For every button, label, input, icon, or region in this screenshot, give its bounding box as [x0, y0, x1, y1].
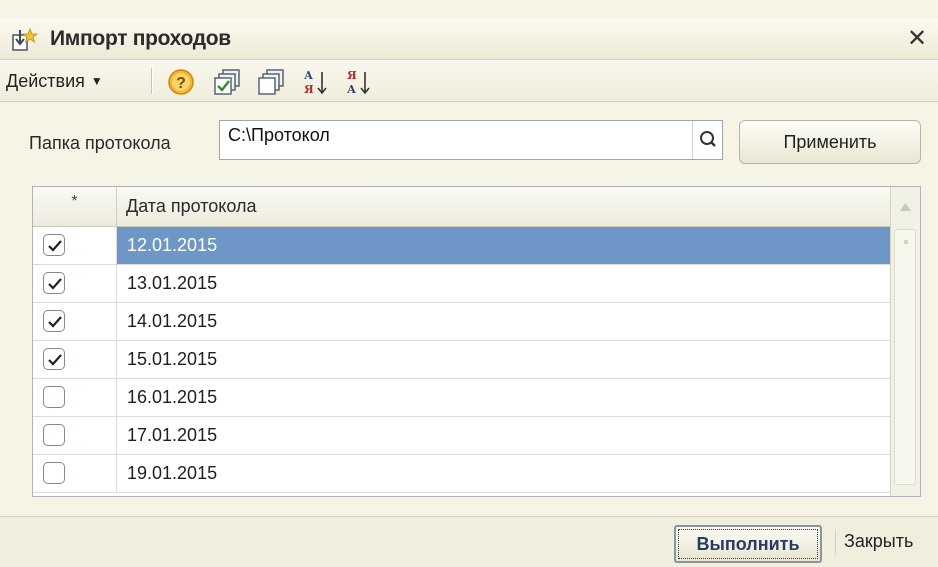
row-date: 17.01.2015: [127, 425, 218, 445]
uncheck-all-button[interactable]: [257, 67, 287, 97]
row-mark-cell: [33, 341, 117, 378]
check-all-icon: [213, 67, 243, 97]
chevron-down-icon: ▼: [90, 74, 103, 88]
row-checkbox[interactable]: [43, 272, 65, 294]
column-header-date[interactable]: Дата протокола: [126, 196, 257, 217]
svg-text:?: ?: [176, 75, 186, 92]
scroll-grip: [904, 240, 908, 244]
checkmark-icon: [48, 240, 62, 252]
row-date: 12.01.2015: [117, 227, 891, 264]
folder-label: Папка протокола: [29, 133, 171, 153]
apply-button[interactable]: Применить: [739, 120, 921, 164]
vertical-scrollbar[interactable]: [890, 187, 920, 496]
row-date: 15.01.2015: [127, 349, 218, 369]
row-mark-cell: [33, 227, 117, 264]
toolbar: Действия ▼ ? А Я Я А: [0, 60, 938, 102]
table-row[interactable]: 12.01.2015: [33, 227, 891, 265]
uncheck-all-icon: [257, 67, 287, 97]
checkmark-icon: [48, 278, 62, 290]
actions-menu[interactable]: Действия ▼: [6, 67, 103, 95]
run-button[interactable]: Выполнить: [674, 525, 822, 563]
row-mark-cell: [33, 417, 117, 454]
help-button[interactable]: ?: [166, 67, 196, 97]
sort-descending-button[interactable]: Я А: [345, 67, 375, 97]
row-date: 19.01.2015: [127, 463, 218, 483]
checkmark-icon: [48, 316, 62, 328]
table-row[interactable]: 15.01.2015: [33, 341, 891, 379]
svg-text:Я: Я: [304, 83, 314, 96]
row-checkbox[interactable]: [43, 234, 65, 256]
row-mark-cell: [33, 379, 117, 416]
sort-descending-icon: Я А: [345, 67, 375, 97]
row-checkbox[interactable]: [43, 348, 65, 370]
row-checkbox[interactable]: [43, 424, 65, 446]
svg-text:А: А: [304, 69, 313, 82]
check-all-button[interactable]: [213, 67, 243, 97]
dialog-footer: Выполнить Закрыть: [0, 516, 938, 567]
row-checkbox[interactable]: [43, 462, 65, 484]
sort-ascending-icon: А Я: [302, 67, 332, 97]
window-title: Импорт проходов: [50, 27, 231, 50]
row-checkbox[interactable]: [43, 386, 65, 408]
close-button[interactable]: Закрыть: [835, 531, 913, 555]
row-date: 14.01.2015: [127, 311, 218, 331]
table-row[interactable]: 13.01.2015: [33, 265, 891, 303]
table-header: * Дата протокола: [33, 187, 891, 227]
row-date: 13.01.2015: [127, 273, 218, 293]
title-bar: Импорт проходов ✕: [0, 18, 938, 60]
table-row[interactable]: 17.01.2015: [33, 417, 891, 455]
row-checkbox[interactable]: [43, 310, 65, 332]
actions-menu-label: Действия: [6, 71, 85, 91]
checkmark-icon: [48, 354, 62, 366]
help-icon: ?: [166, 67, 196, 97]
row-mark-cell: [33, 303, 117, 340]
table-row[interactable]: 16.01.2015: [33, 379, 891, 417]
row-mark-cell: [33, 265, 117, 302]
row-mark-cell: [33, 455, 117, 492]
toolbar-separator: [151, 68, 153, 94]
folder-path-input[interactable]: [219, 120, 723, 160]
close-icon[interactable]: ✕: [904, 26, 930, 52]
table-row[interactable]: 14.01.2015: [33, 303, 891, 341]
table-body: 12.01.2015 13.01.2015 14.01.2015 15.01.2…: [33, 227, 891, 493]
import-dialog: Импорт проходов ✕ Действия ▼ ? А Я Я А П…: [0, 0, 938, 567]
table-row[interactable]: 19.01.2015: [33, 455, 891, 493]
sort-ascending-button[interactable]: А Я: [302, 67, 332, 97]
scroll-up-button[interactable]: [891, 187, 920, 227]
search-icon: [693, 131, 723, 163]
row-date: 16.01.2015: [127, 387, 218, 407]
triangle-up-icon: [900, 203, 911, 211]
svg-text:А: А: [347, 83, 356, 96]
svg-text:Я: Я: [347, 69, 357, 82]
column-header-mark[interactable]: *: [33, 187, 117, 227]
scroll-thumb[interactable]: [894, 229, 916, 485]
folder-search-button[interactable]: [692, 121, 722, 159]
import-document-icon: [10, 26, 39, 54]
protocol-table: * Дата протокола 12.01.2015 13.01.2015 1…: [32, 186, 921, 497]
